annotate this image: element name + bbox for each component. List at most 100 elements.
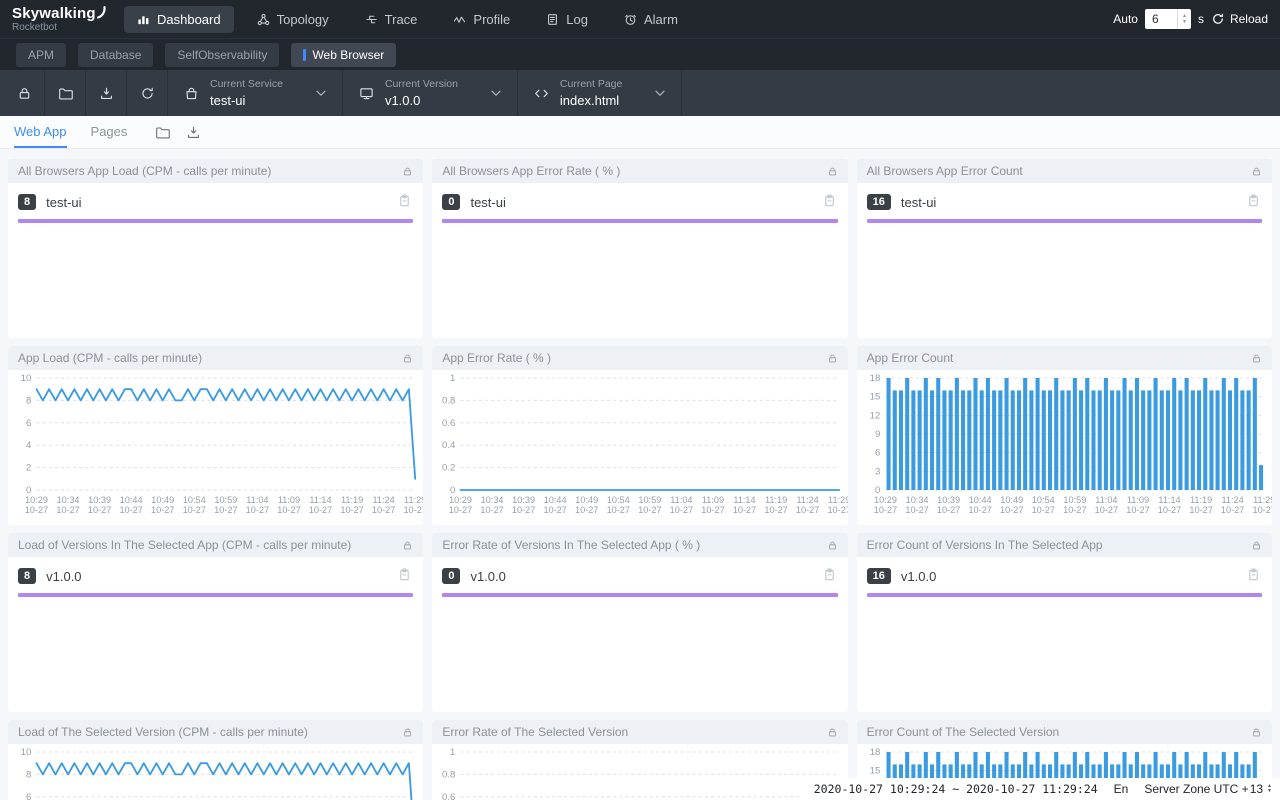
download-button[interactable] [186,125,201,140]
panel-header[interactable]: All Browsers App Error Count [857,159,1272,183]
reload-button[interactable]: Reload [1211,12,1268,26]
clipboard-icon[interactable] [398,194,411,207]
metric-list-item[interactable]: 16v1.0.0 [867,568,1262,597]
svg-text:11:09: 11:09 [278,495,300,505]
subtab-web-app[interactable]: Web App [14,116,67,148]
panel-header[interactable]: Error Count of Versions In The Selected … [857,533,1272,557]
metric-list-item[interactable]: 16test-ui [867,194,1262,223]
nav-item-profile[interactable]: Profile [440,6,523,33]
language-toggle[interactable]: En [1114,782,1129,796]
panel-header[interactable]: All Browsers App Load (CPM - calls per m… [8,159,423,183]
group-tab-label: Database [90,48,141,62]
lock-icon [827,353,838,364]
metric-list-item[interactable]: 8v1.0.0 [18,568,413,597]
panel-header[interactable]: Load of Versions In The Selected App (CP… [8,533,423,557]
svg-text:10-27: 10-27 [905,505,928,515]
metric-list-item[interactable]: 0v1.0.0 [442,568,837,597]
panel-header[interactable]: Load of The Selected Version (CPM - call… [8,720,423,744]
logo-title: Skywalking [12,6,96,21]
svg-text:10:34: 10:34 [905,495,928,505]
nav-item-dashboard[interactable]: Dashboard [124,6,234,33]
svg-text:11:09: 11:09 [702,495,724,505]
time-range-picker[interactable]: 2020-10-27 10:29:24 ~ 2020-10-27 11:29:2… [814,782,1098,796]
nav-item-log[interactable]: Log [533,6,601,33]
clipboard-icon[interactable] [1247,194,1260,207]
panel-all-browsers-app-error-rate-: All Browsers App Error Rate ( % ) 0test-u… [432,159,847,338]
folder-button[interactable] [155,125,170,140]
panel-header[interactable]: Error Count of The Selected Version [857,720,1272,744]
panel-header[interactable]: App Error Rate ( % ) [432,346,847,370]
nav-item-topology[interactable]: Topology [244,6,342,33]
svg-text:10:44: 10:44 [120,495,143,505]
group-tab-apm[interactable]: APM [16,43,66,67]
svg-text:10-27: 10-27 [481,505,504,515]
svg-text:10-27: 10-27 [1094,505,1117,515]
svg-text:10-27: 10-27 [544,505,567,515]
auto-interval-stepper[interactable]: ▲▼ [1177,9,1191,29]
clipboard-icon[interactable] [398,568,411,581]
selector-text: Current Servicetest-ui [210,78,283,108]
svg-text:10-27: 10-27 [937,505,960,515]
download-button[interactable] [86,70,126,116]
svg-text:10:59: 10:59 [214,495,237,505]
auto-interval-value: 6 [1145,9,1177,29]
svg-text:10-27: 10-27 [309,505,332,515]
svg-text:10-27: 10-27 [340,505,363,515]
lock-icon [1251,727,1262,738]
refresh-button[interactable] [127,70,167,116]
metric-row: 0v1.0.0 [442,568,837,584]
clipboard-icon[interactable] [823,194,836,207]
folder-button[interactable] [45,70,85,116]
lock-icon [402,166,413,177]
clipboard-icon[interactable] [1247,568,1260,581]
svg-text:10-27: 10-27 [1126,505,1149,515]
svg-text:11:19: 11:19 [1190,495,1212,505]
group-tab-selfobservability[interactable]: SelfObservability [165,43,279,67]
panel-header[interactable]: Error Rate of Versions In The Selected A… [432,533,847,557]
svg-text:10-27: 10-27 [796,505,819,515]
server-zone-stepper[interactable]: ▲▼ [1267,784,1272,794]
page-subtabs: Web App Pages [0,116,1280,149]
svg-text:2: 2 [26,463,31,474]
server-zone-value: 13 [1250,782,1263,796]
nav-item-trace[interactable]: Trace [352,6,431,33]
panel-header[interactable]: Error Rate of The Selected Version [432,720,847,744]
metric-row: 16test-ui [867,194,1262,210]
svg-text:10: 10 [21,747,32,758]
refresh-icon [140,86,155,101]
svg-text:0.8: 0.8 [442,769,455,780]
subtab-pages[interactable]: Pages [91,116,128,148]
group-tab-web-browser[interactable]: Web Browser [291,43,396,67]
selector-current-version[interactable]: Current Versionv1.0.0 [343,70,517,116]
selector-current-page[interactable]: Current Pageindex.html [518,70,681,116]
svg-text:10-27: 10-27 [1252,505,1272,515]
svg-text:11:19: 11:19 [765,495,787,505]
group-tab-label: APM [28,48,54,62]
metric-list-item[interactable]: 8test-ui [18,194,413,223]
svg-text:10:54: 10:54 [607,495,630,505]
lock-button[interactable] [4,70,44,116]
group-tab-database[interactable]: Database [78,43,153,67]
selector-current-service[interactable]: Current Servicetest-ui [168,70,342,116]
group-tab-label: SelfObservability [177,48,267,62]
metric-list-item[interactable]: 0test-ui [442,194,837,223]
auto-interval-input[interactable]: 6 ▲▼ [1145,9,1191,29]
panel-header[interactable]: App Load (CPM - calls per minute) [8,346,423,370]
nav-item-alarm[interactable]: Alarm [611,6,691,33]
toolbar-divider [681,70,682,116]
alarm-icon [624,13,637,26]
panel-header[interactable]: App Error Count [857,346,1272,370]
lock-icon [827,166,838,177]
clipboard-icon[interactable] [823,568,836,581]
server-zone-label: Server Zone UTC + [1144,782,1248,796]
svg-text:6: 6 [26,418,31,429]
chart-area: 036912151810:2910-2710:3410-2710:3910-27… [857,370,1272,525]
service-icon [184,86,199,101]
trace-icon [365,13,378,26]
metric-row: 8v1.0.0 [18,568,413,584]
panel-header[interactable]: All Browsers App Error Rate ( % ) [432,159,847,183]
logo[interactable]: Skywalking Rocketbot [12,6,110,33]
active-tab-marker [303,49,306,61]
nav-item-label: Profile [473,12,510,27]
svg-text:11:24: 11:24 [373,495,395,505]
